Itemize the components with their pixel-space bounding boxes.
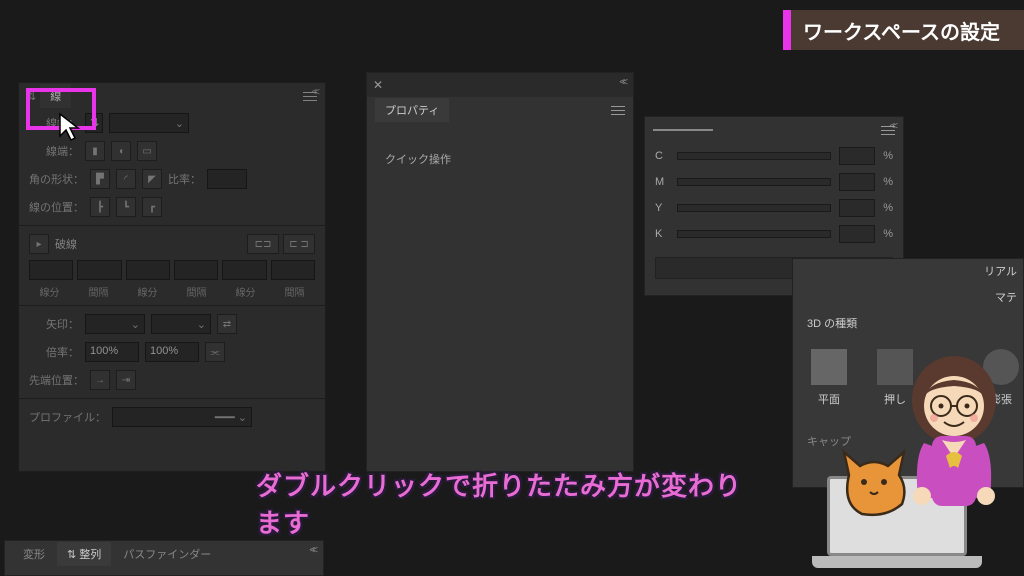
quick-actions-label: クイック操作	[367, 123, 633, 195]
grip-icon: ⇅	[27, 90, 36, 103]
y-value[interactable]	[839, 199, 875, 217]
c-pct: %	[883, 150, 893, 162]
corner-bevel-icon[interactable]: ◤	[142, 169, 162, 189]
scale-label: 倍率：	[29, 344, 79, 360]
stroke-align-label: 線の位置：	[29, 199, 84, 215]
dash-input-5[interactable]	[222, 260, 266, 280]
c-slider[interactable]	[677, 152, 831, 160]
dash-header: 間隔	[78, 284, 119, 299]
scale-input-1[interactable]: 100%	[85, 342, 139, 362]
stroke-width-stepper[interactable]: ⇅	[85, 113, 103, 133]
arrow-end-dropdown[interactable]: ⌄	[151, 314, 211, 334]
cat-illustration	[834, 440, 914, 520]
dash-mode-1-icon[interactable]: ⊏⊐	[247, 234, 279, 254]
corner-round-icon[interactable]: ◜	[116, 169, 136, 189]
tab-properties[interactable]: プロパティ	[375, 98, 449, 122]
m-label: M	[655, 176, 669, 188]
3d-item-label: 平面	[818, 391, 840, 407]
properties-panel: ✕ << プロパティ クイック操作	[366, 72, 634, 472]
y-slider[interactable]	[677, 204, 831, 212]
plane-icon	[811, 349, 847, 385]
panel-menu-icon[interactable]	[881, 123, 895, 138]
c-value[interactable]	[839, 147, 875, 165]
panel-menu-icon[interactable]	[611, 103, 625, 118]
title-text: ワークスペースの設定	[803, 16, 1000, 45]
dash-header: 線分	[29, 284, 70, 299]
scale-input-2[interactable]: 100%	[145, 342, 199, 362]
dash-input-6[interactable]	[271, 260, 315, 280]
dash-inputs	[19, 258, 325, 282]
stroke-panel: << ⇅ 線 線幅： ⇅ ⌄ 線端： ▮ ◖ ▭ 角の形状： ▛ ◜ ◤ 比率：…	[18, 82, 326, 472]
title-banner: ワークスペースの設定	[783, 10, 1024, 50]
tip-label: 先端位置：	[29, 372, 84, 388]
panel-menu-icon[interactable]	[303, 89, 317, 104]
arrow-swap-icon[interactable]: ⇄	[217, 314, 237, 334]
stroke-ratio-input[interactable]	[207, 169, 247, 189]
side-tab-1[interactable]: リアル	[984, 263, 1017, 279]
dash-checkbox[interactable]: ▸	[29, 234, 49, 254]
tab-stroke[interactable]: 線	[40, 84, 71, 108]
c-label: C	[655, 150, 669, 162]
profile-dropdown[interactable]: ━━━ ⌄	[112, 407, 252, 427]
stroke-width-dropdown[interactable]: ⌄	[109, 113, 189, 133]
close-icon[interactable]: ✕	[373, 78, 383, 92]
cap-butt-icon[interactable]: ▮	[85, 141, 105, 161]
dash-header: 間隔	[176, 284, 217, 299]
dash-input-3[interactable]	[126, 260, 170, 280]
tab-pathfinder[interactable]: パスファインダー	[113, 542, 221, 566]
dash-labels: 線分 間隔 線分 間隔 線分 間隔	[19, 282, 325, 301]
dash-input-2[interactable]	[77, 260, 121, 280]
m-pct: %	[883, 176, 893, 188]
side-tab-2[interactable]: マテ	[995, 289, 1017, 305]
color-tab-placeholder	[653, 129, 713, 131]
cap-round-icon[interactable]: ◖	[111, 141, 131, 161]
k-pct: %	[883, 228, 893, 240]
subtitle-caption: ダブルクリックで折りたたみ方が変わります	[256, 466, 768, 540]
k-value[interactable]	[839, 225, 875, 243]
tip-pos-1-icon[interactable]: →	[90, 370, 110, 390]
3d-item-plane[interactable]: 平面	[811, 349, 847, 407]
dash-mode-2-icon[interactable]: ⊏ ⊐	[283, 234, 315, 254]
stroke-corner-label: 角の形状：	[29, 171, 84, 187]
stroke-cap-label: 線端：	[29, 143, 79, 159]
dash-label: 破線	[55, 236, 77, 252]
y-pct: %	[883, 202, 893, 214]
arrow-start-dropdown[interactable]: ⌄	[85, 314, 145, 334]
k-slider[interactable]	[677, 230, 831, 238]
tab-align[interactable]: ⇅整列	[57, 542, 111, 566]
align-inside-icon[interactable]: ┗	[116, 197, 136, 217]
stroke-width-label: 線幅：	[29, 115, 79, 131]
collapse-icon[interactable]: <<	[619, 77, 625, 88]
title-accent	[783, 10, 791, 50]
k-label: K	[655, 228, 669, 240]
y-label: Y	[655, 202, 669, 214]
tip-pos-2-icon[interactable]: ⇥	[116, 370, 136, 390]
dash-input-1[interactable]	[29, 260, 73, 280]
tab-transform[interactable]: 変形	[13, 542, 55, 566]
align-center-icon[interactable]: ┣	[90, 197, 110, 217]
align-outside-icon[interactable]: ┏	[142, 197, 162, 217]
dash-header: 線分	[225, 284, 266, 299]
profile-label: プロファイル：	[29, 409, 106, 425]
cap-projecting-icon[interactable]: ▭	[137, 141, 157, 161]
scale-link-icon[interactable]: ⫘	[205, 342, 225, 362]
dash-header: 線分	[127, 284, 168, 299]
corner-miter-icon[interactable]: ▛	[90, 169, 110, 189]
stroke-ratio-label: 比率：	[168, 171, 201, 187]
dash-input-4[interactable]	[174, 260, 218, 280]
arrow-label: 矢印：	[29, 316, 79, 332]
m-slider[interactable]	[677, 178, 831, 186]
stroke-tab-row: ⇅ 線	[19, 83, 325, 109]
bottom-tabs-panel: << 変形 ⇅整列 パスファインダー	[4, 540, 324, 576]
m-value[interactable]	[839, 173, 875, 191]
dash-header: 間隔	[274, 284, 315, 299]
